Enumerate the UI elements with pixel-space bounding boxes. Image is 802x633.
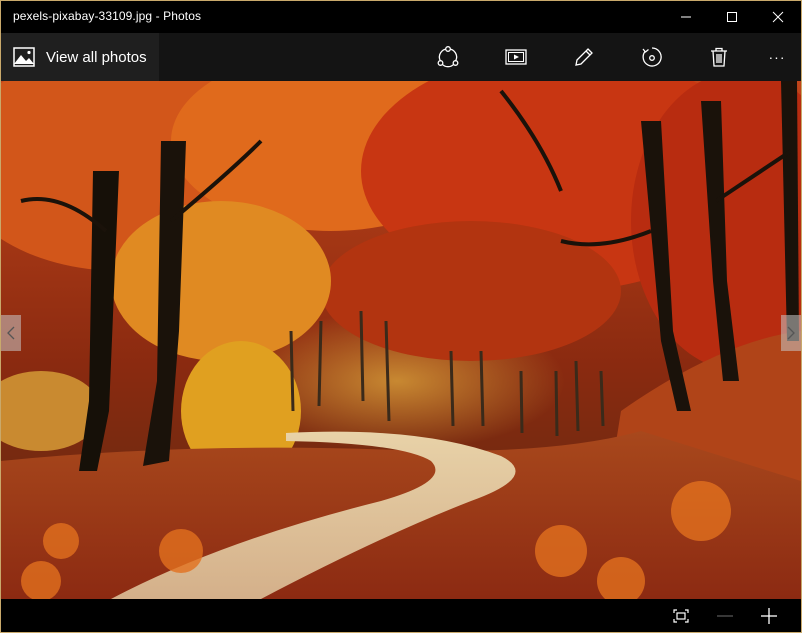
close-icon xyxy=(772,11,784,23)
minimize-icon xyxy=(681,16,691,18)
share-button[interactable] xyxy=(424,33,472,81)
view-all-photos-label: View all photos xyxy=(46,48,147,66)
app-toolbar: View all photos ··· xyxy=(1,33,801,81)
zoom-in-button[interactable] xyxy=(747,599,791,632)
view-all-photos-button[interactable]: View all photos xyxy=(1,33,159,81)
more-icon: ··· xyxy=(768,49,786,65)
photos-window: pexels-pixabay-33109.jpg - Photos View a… xyxy=(0,0,802,633)
zoom-out-icon xyxy=(717,614,733,617)
minimize-button[interactable] xyxy=(663,1,709,33)
chevron-right-icon xyxy=(787,326,795,340)
share-icon xyxy=(437,46,459,68)
zoom-bar xyxy=(1,599,801,632)
actual-size-icon xyxy=(673,608,689,623)
next-photo-button[interactable] xyxy=(781,315,801,351)
more-options-button[interactable]: ··· xyxy=(753,33,801,81)
window-title: pexels-pixabay-33109.jpg - Photos xyxy=(13,9,202,23)
picture-icon xyxy=(13,47,35,67)
chevron-left-icon xyxy=(7,326,15,340)
rotate-button[interactable] xyxy=(628,33,676,81)
autumn-forest-photo xyxy=(1,81,801,599)
previous-photo-button[interactable] xyxy=(1,315,21,351)
maximize-icon xyxy=(727,12,737,22)
delete-button[interactable] xyxy=(695,33,743,81)
title-bar: pexels-pixabay-33109.jpg - Photos xyxy=(1,1,801,33)
slideshow-button[interactable] xyxy=(492,33,540,81)
zoom-out-button[interactable] xyxy=(703,599,747,632)
maximize-button[interactable] xyxy=(709,1,755,33)
edit-button[interactable] xyxy=(560,33,608,81)
rotate-icon xyxy=(642,47,662,67)
close-button[interactable] xyxy=(755,1,801,33)
slideshow-icon xyxy=(505,49,527,65)
delete-icon xyxy=(711,47,727,67)
actual-size-button[interactable] xyxy=(659,599,703,632)
zoom-in-icon xyxy=(761,607,777,624)
photo-canvas[interactable] xyxy=(1,81,801,599)
edit-icon xyxy=(575,48,593,66)
